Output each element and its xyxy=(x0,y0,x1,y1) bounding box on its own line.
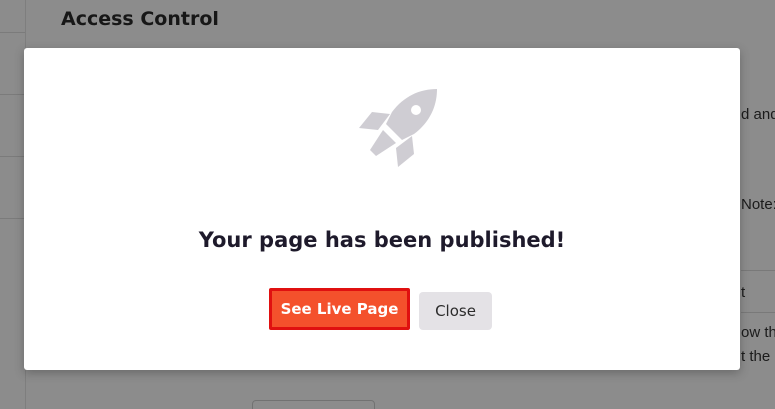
rocket-icon xyxy=(359,89,437,167)
page: Access Control d and Note: t ow th t the… xyxy=(0,0,775,409)
close-button[interactable]: Close xyxy=(419,292,492,330)
modal-heading: Your page has been published! xyxy=(198,228,566,252)
see-live-page-button[interactable]: See Live Page xyxy=(269,288,410,330)
publish-success-modal: Your page has been published! See Live P… xyxy=(24,48,740,370)
